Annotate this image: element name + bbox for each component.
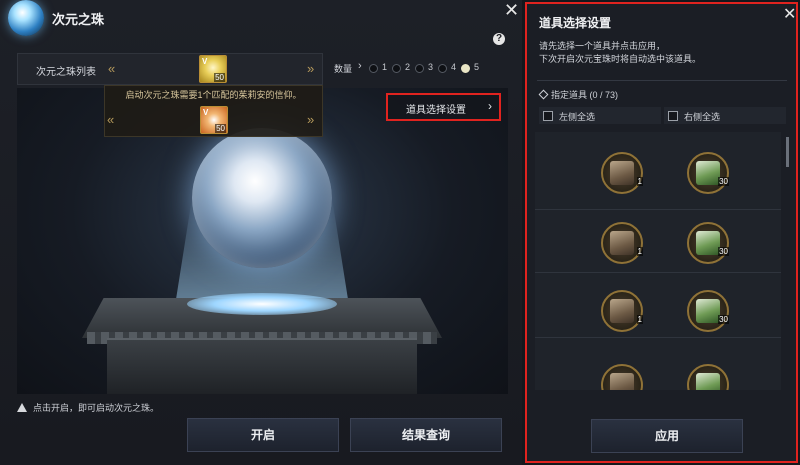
quantity-label-3: 3 [428,62,434,72]
help-icon[interactable]: ? [493,33,505,45]
fighter-portrait-icon [610,299,634,323]
item-count: 1 [636,247,643,256]
select-all-right-checkbox[interactable] [668,111,678,121]
divider [537,80,787,81]
select-all-left-label: 左侧全选 [559,112,596,122]
tooltip-prev-icon[interactable]: « [107,112,114,127]
row-divider [535,337,781,338]
select-all-left-checkbox[interactable] [543,111,553,121]
tooltip-message: 启动次元之珠需要1个匹配的茱莉安的信仰。 [125,90,302,100]
panel-description: 请先选择一个道具并点击应用， 下次开启次元宝珠时将自动选中该道具。 [539,40,789,66]
title-bar: 次元之珠 [0,0,522,36]
item-slot[interactable]: 1 [601,222,643,264]
green-potion-icon [696,161,720,185]
fighter-portrait-icon [610,161,634,185]
dimension-orb-icon [8,0,44,36]
tooltip-item-level: V [203,108,209,117]
window-title: 次元之珠 [52,12,105,27]
panel-close-icon[interactable]: ✕ [783,4,796,24]
quantity-option-2[interactable] [392,64,401,73]
notice: 点击开启，即可启动次元之珠。 [17,401,159,414]
item-count: 1 [636,177,643,186]
chevron-right-icon: › [488,99,492,113]
green-potion-icon [696,299,720,323]
diamond-icon [538,89,549,100]
item-select-settings-button[interactable]: 道具选择设置 › [386,93,501,121]
panel-description-line2: 下次开启次元宝珠时将自动选中该道具。 [539,54,702,64]
row-divider [535,209,781,210]
quantity-label-5: 5 [474,62,480,72]
quantity-option-5[interactable] [461,64,470,73]
list-next-icon[interactable]: » [307,61,314,76]
row-divider [535,272,781,273]
item-count: 30 [718,247,729,256]
panel-title: 道具选择设置 [539,16,612,30]
dimension-orb-panel: 次元之珠 ✕ ? 次元之珠列表 « V 50 » 数量 › 1 2 3 4 5 [0,0,522,465]
green-potion-icon [696,373,720,390]
item-count: 50 [214,73,225,82]
orb-list-label: 次元之珠列表 [36,67,96,78]
apply-button[interactable]: 应用 [591,419,743,453]
item-count: 30 [718,177,729,186]
quantity-label: 数量 [334,64,353,74]
green-potion-icon [696,231,720,255]
item-count: 1 [636,315,643,324]
result-query-button[interactable]: 结果查询 [350,418,502,452]
quantity-option-4[interactable] [438,64,447,73]
select-all-right-label: 右侧全选 [684,112,721,122]
item-grid: 1 30 1 30 1 30 [535,132,781,390]
quantity-label-1: 1 [382,62,388,72]
quantity-option-1[interactable] [369,64,378,73]
scrollbar[interactable] [786,137,789,167]
quantity-option-3[interactable] [415,64,424,73]
tooltip-next-icon[interactable]: » [307,112,314,127]
item-select-settings-panel: 道具选择设置 ✕ 请先选择一个道具并点击应用， 下次开启次元宝珠时将自动选中该道… [525,2,798,463]
select-all-left[interactable]: 左侧全选 [539,107,661,124]
warning-icon [17,403,27,412]
close-icon[interactable]: ✕ [504,1,519,19]
item-select-settings-label: 道具选择设置 [406,105,466,116]
yellow-orb-icon[interactable]: V 50 [199,55,227,83]
orb-list-bar: 次元之珠列表 « V 50 » [17,53,323,85]
item-count: 30 [718,315,729,324]
dimension-orb-image [192,128,332,268]
fighter-portrait-icon [610,373,634,390]
quantity-label-4: 4 [451,62,457,72]
quantity-arrow-icon: › [358,60,362,72]
notice-text: 点击开启，即可启动次元之珠。 [33,403,160,413]
assigned-items-text: 指定道具 (0 / 73) [551,90,619,100]
tooltip-item-count: 50 [215,124,226,133]
quantity-label-2: 2 [405,62,411,72]
item-slot[interactable]: 1 [601,290,643,332]
item-slot[interactable]: 30 [687,152,729,194]
orange-item-icon[interactable]: V 50 [200,106,228,134]
item-slot[interactable]: 1 [601,152,643,194]
item-slot[interactable]: 30 [687,290,729,332]
pedestal-glow [187,293,337,315]
item-slot[interactable] [601,364,643,390]
item-level: V [202,57,208,66]
open-button[interactable]: 开启 [187,418,339,452]
game-window: 次元之珠 ✕ ? 次元之珠列表 « V 50 » 数量 › 1 2 3 4 5 [0,0,800,465]
panel-description-line1: 请先选择一个道具并点击应用， [539,41,666,51]
list-prev-icon[interactable]: « [108,61,115,76]
assigned-items-label: 指定道具 (0 / 73) [538,88,619,101]
fighter-portrait-icon [610,231,634,255]
item-slot[interactable] [687,364,729,390]
pedestal-body [107,338,417,394]
item-slot[interactable]: 30 [687,222,729,264]
requirement-tooltip: 启动次元之珠需要1个匹配的茱莉安的信仰。 « V 50 » [104,85,323,137]
select-all-right[interactable]: 右侧全选 [664,107,786,124]
